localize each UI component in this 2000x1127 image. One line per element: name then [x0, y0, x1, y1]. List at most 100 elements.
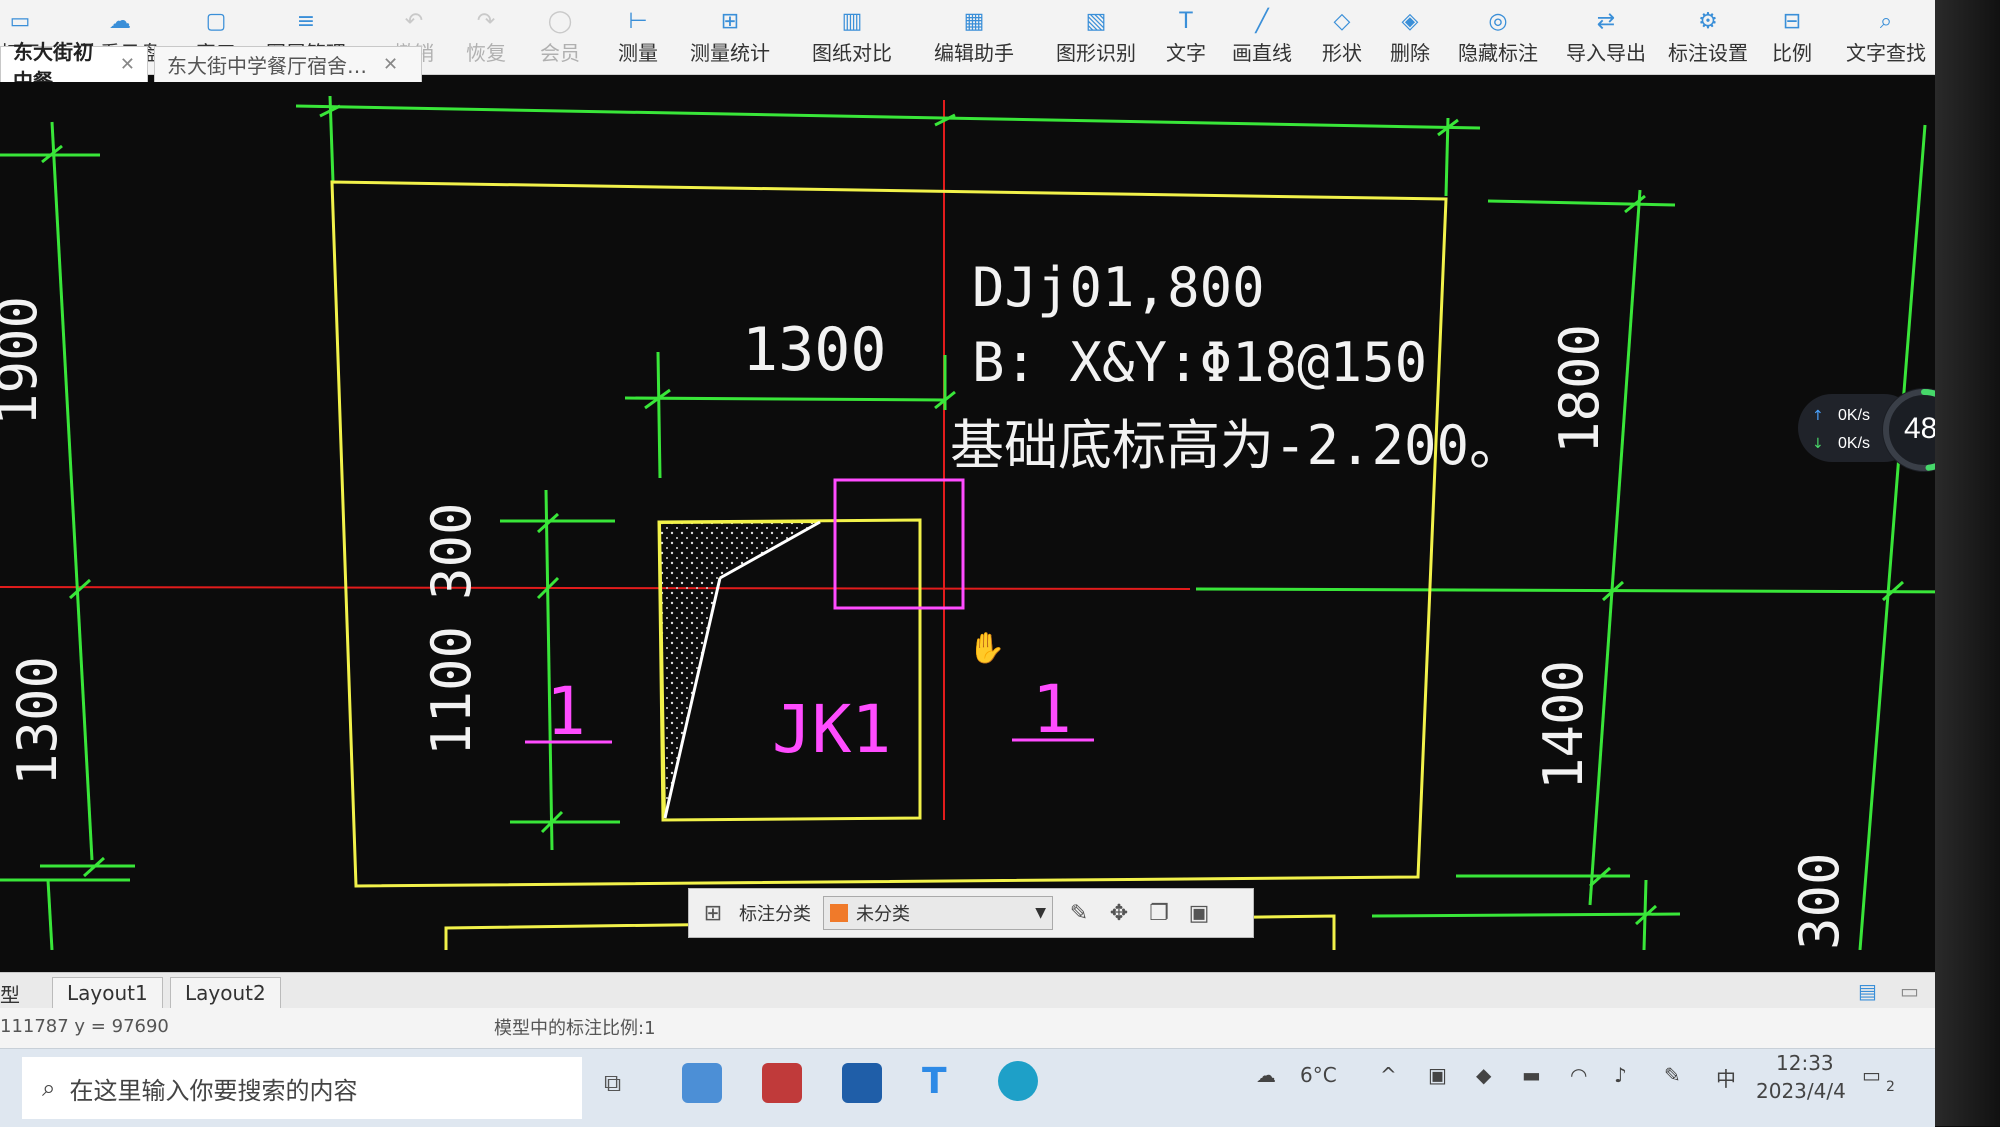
tab-document-1[interactable]: 东大街初中餐… ✕	[0, 40, 148, 93]
toolbar-button-15[interactable]: ◈ 删除	[1390, 0, 1430, 74]
notification-count: 2	[1886, 1079, 1895, 1095]
toolbar-button-label: 测量	[618, 41, 658, 65]
toolbar-button-6[interactable]: ◯ 会员	[540, 0, 580, 74]
dim-text-1300: 1300	[742, 315, 887, 385]
upload-arrow-icon: ↑	[1812, 408, 1824, 424]
vip-icon: ◯	[547, 9, 573, 34]
text-search-icon: ⌕	[1879, 9, 1893, 34]
taskbar-search-box[interactable]: ⌕ 在这里输入你要搜索的内容	[22, 1057, 582, 1119]
download-arrow-icon: ↓	[1812, 436, 1824, 452]
grid-icon[interactable]: ⊞	[699, 901, 727, 926]
footing-title: DJj01,800	[972, 256, 1265, 319]
toolbar-button-5[interactable]: ↷ 恢复	[466, 0, 506, 74]
task-view-icon[interactable]: ⧉	[604, 1069, 621, 1097]
toolbar-button-14[interactable]: ◇ 形状	[1322, 0, 1362, 74]
windows-taskbar: ⌕ 在这里输入你要搜索的内容 ⧉ T ☁ 6°C ^ ▣ ◆ ▬ ◠ ♪ ✎ 中…	[0, 1048, 1935, 1127]
toolbar-button-20[interactable]: ⌕ 文字查找	[1846, 0, 1926, 74]
toolbar-button-label: 编辑助手	[934, 41, 1014, 65]
toolbar-button-13[interactable]: ╱ 画直线	[1232, 0, 1292, 74]
dim-text-300-right: 300	[1788, 852, 1851, 950]
cad-canvas[interactable]: DJj01,800 B: X&Y:Φ18@150 基础底标高为-2.200。 1…	[0, 82, 1940, 950]
chevron-up-icon[interactable]: ^	[1380, 1063, 1397, 1087]
toolbar-button-11[interactable]: ▧ 图形识别	[1056, 0, 1136, 74]
tab-document-2-label: 东大街中学餐厅宿舍…	[167, 54, 367, 78]
category-select-value: 未分类	[856, 904, 910, 925]
dim-text-1100: 1100	[420, 626, 483, 756]
toolbar-button-18[interactable]: ⚙ 标注设置	[1668, 0, 1748, 74]
app-icon-winrar[interactable]	[762, 1063, 802, 1103]
toolbar-button-label: 形状	[1322, 41, 1362, 65]
weather-temp: 6°C	[1300, 1063, 1337, 1087]
compare-icon: ▥	[841, 9, 863, 34]
toolbar-button-label: 文字	[1166, 41, 1206, 65]
edit-icon[interactable]: ✎	[1065, 901, 1093, 926]
annotation-category-select[interactable]: 未分类 ▼	[823, 896, 1053, 930]
notification-icon[interactable]: ▭	[1862, 1063, 1881, 1087]
ime-indicator[interactable]: 中	[1716, 1063, 1736, 1092]
app-icon-t[interactable]: T	[922, 1061, 947, 1102]
monitor-bezel	[1935, 0, 2000, 1126]
window-icon: ▢	[205, 9, 227, 34]
toolbar-button-label: 导入导出	[1566, 41, 1646, 65]
toolbar-button-8[interactable]: ⊞ 测量统计	[690, 0, 770, 74]
toolbar-button-label: 标注设置	[1668, 41, 1748, 65]
clock-date[interactable]: 2023/4/4	[1756, 1079, 1846, 1103]
cursor-coordinates: 111787 y = 97690	[0, 1016, 169, 1037]
section-mark-left: 1	[546, 673, 586, 750]
toolbar-button-12[interactable]: T 文字	[1166, 0, 1206, 74]
layout-tab-2[interactable]: Layout2	[170, 977, 281, 1008]
dim-text-1300-left: 1300	[6, 656, 69, 786]
layout-tab-model[interactable]: 型	[0, 979, 20, 1008]
dim-text-1800: 1800	[1548, 324, 1611, 454]
search-placeholder: 在这里输入你要搜索的内容	[69, 1076, 358, 1105]
toolbar-button-label: 会员	[540, 41, 580, 65]
layout-tab-1[interactable]: Layout1	[52, 977, 163, 1008]
copy-icon[interactable]: ❐	[1145, 901, 1173, 926]
layout-tab-bar: 型 Layout1 Layout2 ▤ ▭	[0, 972, 1935, 1009]
layers-icon: ≡	[296, 9, 316, 34]
dim-text-300: 300	[420, 502, 483, 600]
toolbar-button-label: 恢复	[466, 41, 506, 65]
annotation-category-bar: ⊞ 标注分类 未分类 ▼ ✎ ✥ ❐ ▣	[688, 888, 1254, 938]
edit-assistant-icon: ▦	[963, 9, 985, 34]
import-export-icon: ⇄	[1596, 9, 1616, 34]
download-speed: 0K/s	[1838, 435, 1870, 452]
annotation-scale-text: 模型中的标注比例:1	[494, 1018, 656, 1039]
pen-icon[interactable]: ✎	[1664, 1063, 1681, 1087]
toolbar-button-17[interactable]: ⇄ 导入导出	[1566, 0, 1646, 74]
weather-icon[interactable]: ☁	[1256, 1063, 1276, 1087]
undo-icon: ↶	[404, 9, 424, 34]
category-color-swatch	[830, 904, 848, 922]
app-icon-edge[interactable]	[998, 1061, 1038, 1101]
toolbar-button-label: 隐藏标注	[1458, 41, 1538, 65]
app-icon-cad[interactable]	[842, 1063, 882, 1103]
elevation-note: 基础底标高为-2.200。	[950, 414, 1523, 477]
app-icon-notepad[interactable]	[682, 1063, 722, 1103]
security-icon[interactable]: ◆	[1476, 1063, 1491, 1087]
shape-recognize-icon: ▧	[1085, 9, 1107, 34]
toolbar-button-9[interactable]: ▥ 图纸对比	[812, 0, 892, 74]
window-restore-icon[interactable]: ▭	[1900, 979, 1919, 1003]
battery-icon[interactable]: ▬	[1522, 1063, 1541, 1087]
dim-text-1400: 1400	[1532, 660, 1595, 790]
toolbar-button-10[interactable]: ▦ 编辑助手	[934, 0, 1014, 74]
pdf-icon[interactable]: ▤	[1858, 979, 1877, 1003]
chevron-down-icon: ▼	[1035, 905, 1046, 921]
tab-document-2[interactable]: 东大街中学餐厅宿舍… ✕	[154, 46, 422, 82]
move-icon[interactable]: ✥	[1105, 901, 1133, 926]
upload-speed: 0K/s	[1838, 407, 1870, 424]
paste-icon[interactable]: ▣	[1185, 901, 1213, 926]
tray-app-icon[interactable]: ▣	[1428, 1063, 1447, 1087]
volume-icon[interactable]: ♪	[1614, 1063, 1627, 1087]
scale-icon: ⊟	[1782, 9, 1802, 34]
toolbar-button-7[interactable]: ⊢ 测量	[618, 0, 658, 74]
close-icon[interactable]: ✕	[383, 54, 398, 75]
toolbar-button-19[interactable]: ⊟ 比例	[1772, 0, 1812, 74]
toolbar-button-16[interactable]: ◎ 隐藏标注	[1458, 0, 1538, 74]
clock-time[interactable]: 12:33	[1776, 1051, 1834, 1075]
toolbar-button-label: 删除	[1390, 41, 1430, 65]
search-icon: ⌕	[42, 1074, 56, 1102]
eraser-icon: ◈	[1401, 9, 1419, 34]
wifi-icon[interactable]: ◠	[1570, 1063, 1587, 1087]
close-icon[interactable]: ✕	[120, 54, 135, 75]
